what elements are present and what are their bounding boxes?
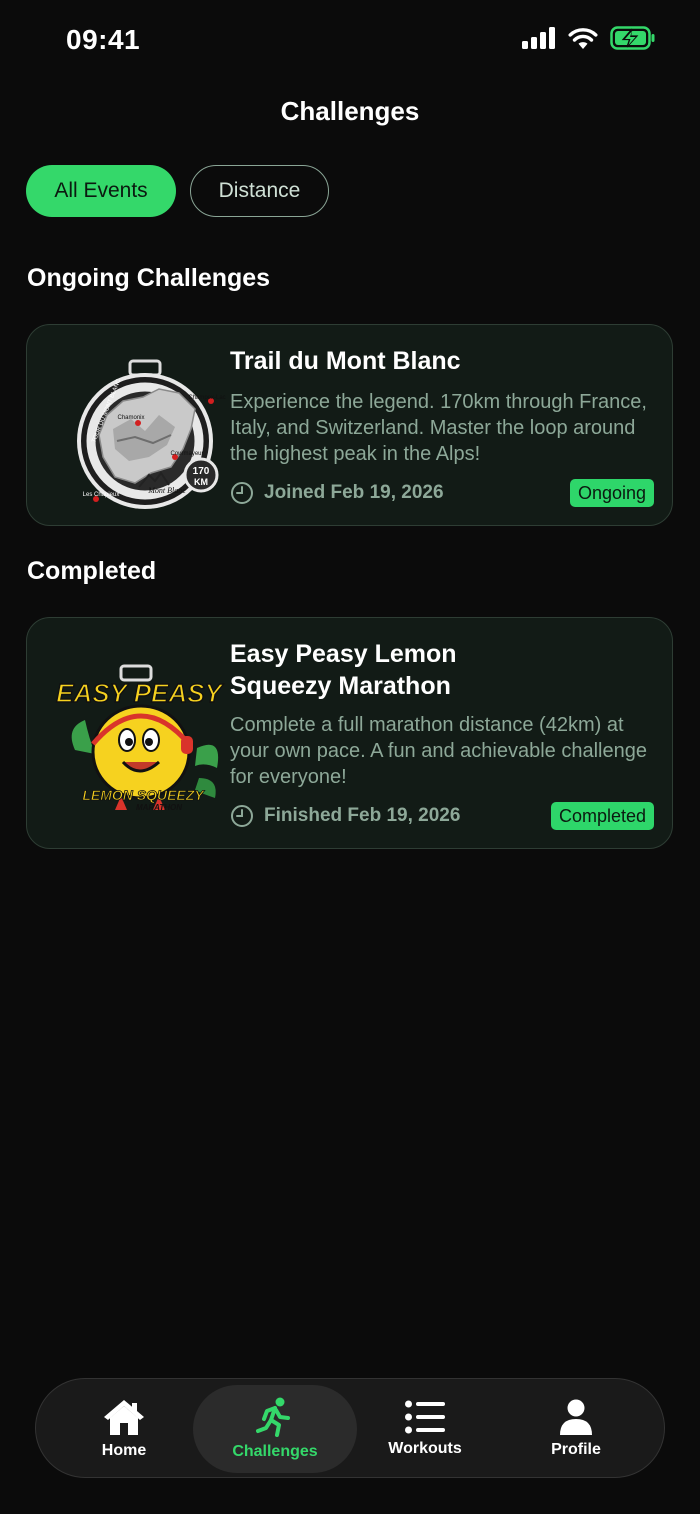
running-icon [256,1397,290,1437]
tab-profile[interactable]: Profile [494,1385,658,1473]
tab-label: Workouts [388,1440,462,1457]
status-time: 09:41 [66,24,141,55]
bottom-tab-bar: Home Challenges Workouts Profile [35,1378,665,1478]
section-title-completed: Completed [27,557,157,585]
medal-place-1: Champex-Lac [188,395,225,401]
status-icons [522,26,656,50]
filter-distance[interactable]: Distance [190,165,329,217]
card-title-line-2: Squeezy Marathon [230,672,451,700]
card-meta: Joined Feb 19, 2026 [230,481,444,505]
filter-all-events[interactable]: All Events [26,165,176,217]
battery-charging-icon [610,26,655,50]
card-title: Trail du Mont Blanc [230,347,461,375]
section-title-ongoing: Ongoing Challenges [27,264,271,292]
challenge-card-lemon-marathon[interactable]: EASY PEASY LEMON SQUEEZY MARATHON Easy P… [26,617,673,849]
status-bar: 09:41 [0,0,700,80]
card-description: Complete a full marathon distance (42km)… [230,714,647,788]
tab-challenges[interactable]: Challenges [193,1385,357,1473]
status-badge-ongoing: Ongoing [569,479,654,507]
card-title: Easy Peasy Lemon Squeezy Marathon [230,638,457,702]
medal-place-3: Courmayeur [170,451,203,457]
medal-unit-text: KM [194,477,208,487]
wifi-icon [568,28,598,49]
filter-chips: All Events Distance [26,165,329,217]
medal-bottom-text: LEMON SQUEEZY [82,787,205,803]
signal-icon [522,27,555,49]
medal-place-4: Les Chapieux [83,492,120,498]
medal-place-2: Chamonix [117,415,144,421]
medal-top-text: EASY PEASY [56,678,224,708]
tab-home[interactable]: Home [42,1385,206,1473]
clock-icon [231,482,253,504]
tab-label: Profile [551,1441,601,1458]
card-description: Experience the legend. 170km through Fra… [230,391,647,465]
challenge-card-mont-blanc[interactable]: 170 KM Mont Blanc Champex-Lac Chamonix C… [26,324,673,526]
tab-label: Home [101,1442,147,1459]
medal-brand-text: Mont Blanc [147,486,186,495]
card-meta: Finished Feb 19, 2026 [230,804,460,828]
clock-icon [231,805,253,827]
card-meta-text: Finished Feb 19, 2026 [264,805,461,826]
card-meta-text: Joined Feb 19, 2026 [264,482,444,503]
tab-label: Challenges [232,1443,318,1460]
lemon-marathon-medal-image: EASY PEASY LEMON SQUEEZY MARATHON [55,664,225,812]
page-title: Challenges [280,96,420,126]
person-icon [560,1399,592,1435]
home-icon [104,1400,144,1435]
mont-blanc-medal-image: 170 KM Mont Blanc Champex-Lac Chamonix C… [77,359,226,509]
list-icon [405,1400,445,1434]
status-badge-completed: Completed [550,802,654,830]
medal-distance-text: 170 [193,466,210,477]
card-title-line-1: Easy Peasy Lemon [230,640,457,668]
tab-workouts[interactable]: Workouts [343,1385,507,1473]
medal-sub-text: MARATHON [136,803,182,812]
